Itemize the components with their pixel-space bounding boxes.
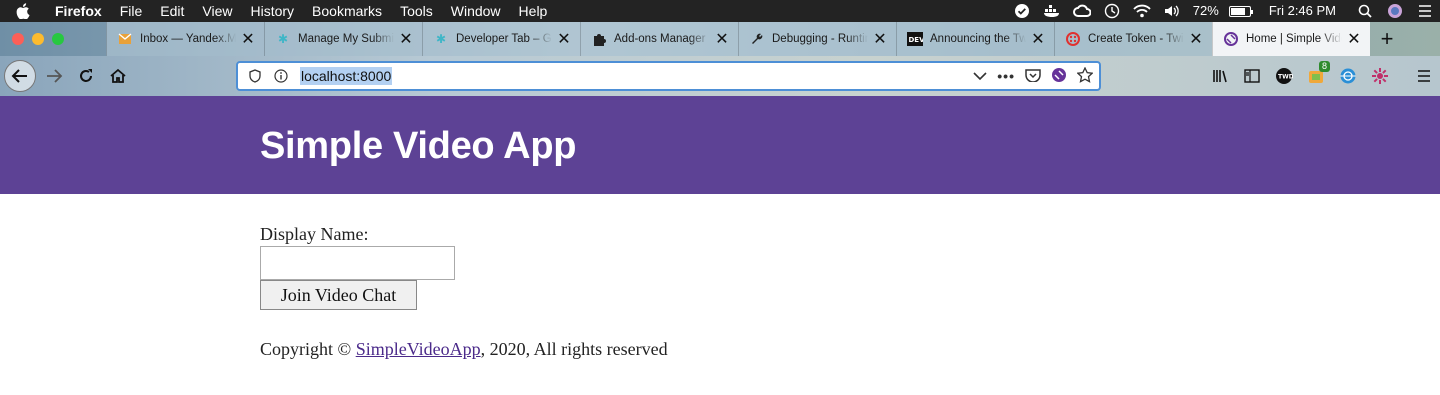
battery-percent: 72% [1192, 3, 1219, 18]
tracking-protection-shield-icon[interactable] [242, 69, 268, 83]
minimize-window-button[interactable] [32, 33, 44, 45]
tab-title: Manage My Submissions [298, 33, 394, 45]
tab-yandex-mail[interactable]: Inbox — Yandex.Mail ✕ [106, 22, 264, 56]
app-title[interactable]: Simple Video App [260, 125, 576, 168]
url-text[interactable]: localhost:8000 [300, 67, 393, 85]
chevron-down-icon[interactable] [973, 68, 987, 84]
tab-title: Developer Tab – GitHub [456, 33, 552, 45]
mail-icon [117, 31, 133, 47]
os-menubar: Firefox File Edit View History Bookmarks… [0, 0, 1440, 22]
site-info-icon[interactable] [268, 69, 294, 83]
dev-icon: DEV [907, 31, 923, 47]
menu-history[interactable]: History [241, 0, 303, 22]
pocket-icon[interactable] [1025, 68, 1041, 85]
new-tab-button[interactable]: + [1370, 22, 1404, 56]
close-tab-icon[interactable]: ✕ [398, 31, 414, 48]
reload-button[interactable] [70, 60, 102, 92]
home-button[interactable] [102, 60, 134, 92]
tab-title: Announcing the Twilio [930, 33, 1026, 45]
close-tab-icon[interactable]: ✕ [1030, 31, 1046, 48]
footer-suffix: , 2020, All rights reserved [480, 339, 668, 359]
gatsby-icon [1223, 31, 1239, 47]
close-tab-icon[interactable]: ✕ [556, 31, 572, 48]
docker-icon[interactable] [1037, 0, 1067, 22]
extension-badge-icon[interactable]: 8 [1300, 60, 1332, 92]
bookmark-star-icon[interactable] [1076, 65, 1094, 86]
globe-extension-icon[interactable] [1332, 60, 1364, 92]
menu-file[interactable]: File [111, 0, 152, 22]
tab-developer[interactable]: ✱ Developer Tab – GitHub ✕ [422, 22, 580, 56]
footer-prefix: Copyright © [260, 339, 356, 359]
wrench-icon [749, 31, 765, 47]
navigation-toolbar: localhost:8000 ••• TWD 8 [0, 56, 1440, 96]
display-name-input[interactable] [260, 246, 455, 280]
tab-strip: Inbox — Yandex.Mail ✕ ✱ Manage My Submis… [0, 22, 1440, 56]
tab-title: Add-ons Manager [614, 33, 706, 45]
tab-title: Create Token - Twilio [1088, 33, 1184, 45]
tab-title: Debugging - Runtime [772, 33, 868, 45]
checkmark-circle-icon[interactable] [1007, 0, 1037, 22]
forward-button[interactable] [38, 60, 70, 92]
menu-tools[interactable]: Tools [391, 0, 442, 22]
tab-debugging[interactable]: Debugging - Runtime ✕ [738, 22, 896, 56]
spotlight-icon[interactable] [1350, 0, 1380, 22]
svg-text:TWD: TWD [1278, 74, 1293, 81]
tab-manage-submissions[interactable]: ✱ Manage My Submissions ✕ [264, 22, 422, 56]
menu-window[interactable]: Window [442, 0, 510, 22]
puzzle-glyph-icon: ✱ [435, 32, 447, 46]
tab-title: Home | Simple Video App [1246, 33, 1342, 45]
site-header: Simple Video App [0, 96, 1440, 194]
puzzle-icon [591, 31, 607, 47]
footer-link[interactable]: SimpleVideoApp [356, 339, 481, 359]
notification-center-icon[interactable] [1410, 0, 1440, 22]
close-tab-icon[interactable]: ✕ [1346, 31, 1362, 48]
display-name-label: Display Name: [260, 224, 369, 244]
puzzle-glyph-icon: ✱ [277, 32, 289, 46]
volume-icon[interactable] [1157, 0, 1187, 22]
gear-extension-icon[interactable] [1364, 60, 1396, 92]
svg-text:DEV: DEV [909, 36, 924, 44]
page-actions-ellipsis-icon[interactable]: ••• [997, 68, 1015, 84]
close-tab-icon[interactable]: ✕ [240, 31, 256, 48]
clock[interactable]: Fri 2:46 PM [1255, 0, 1350, 22]
library-icon[interactable] [1204, 60, 1236, 92]
gatsby-icon[interactable] [1051, 67, 1067, 86]
zoom-window-button[interactable] [52, 33, 64, 45]
tab-home-simple-video[interactable]: Home | Simple Video App ✕ [1212, 22, 1370, 56]
tab-announcing[interactable]: DEV Announcing the Twilio ✕ [896, 22, 1054, 56]
tab-title: Inbox — Yandex.Mail [140, 33, 236, 45]
wifi-icon[interactable] [1127, 0, 1157, 22]
window-controls [0, 22, 106, 56]
tab-addons-manager[interactable]: Add-ons Manager ✕ [580, 22, 738, 56]
twd-extension-icon[interactable]: TWD [1268, 60, 1300, 92]
user-avatar-icon[interactable] [1380, 0, 1410, 22]
tab-create-token[interactable]: Create Token - Twilio ✕ [1054, 22, 1212, 56]
time-machine-icon[interactable] [1097, 0, 1127, 22]
close-tab-icon[interactable]: ✕ [872, 31, 888, 48]
url-bar[interactable]: localhost:8000 ••• [236, 61, 1101, 91]
menu-help[interactable]: Help [510, 0, 557, 22]
hamburger-menu-icon[interactable] [1408, 60, 1440, 92]
menu-edit[interactable]: Edit [151, 0, 193, 22]
back-button[interactable] [4, 60, 36, 92]
apple-icon[interactable] [0, 3, 46, 19]
close-window-button[interactable] [12, 33, 24, 45]
sidebar-icon[interactable] [1236, 60, 1268, 92]
extension-badge-count: 8 [1318, 61, 1330, 72]
menu-view[interactable]: View [193, 0, 241, 22]
battery-icon[interactable] [1225, 0, 1255, 22]
twilio-icon [1065, 31, 1081, 47]
close-tab-icon[interactable]: ✕ [714, 31, 730, 48]
creative-cloud-icon[interactable] [1067, 0, 1097, 22]
menu-bookmarks[interactable]: Bookmarks [303, 0, 391, 22]
close-tab-icon[interactable]: ✕ [1188, 31, 1204, 48]
join-video-chat-button[interactable]: Join Video Chat [260, 280, 417, 310]
footer: Copyright © SimpleVideoApp, 2020, All ri… [260, 339, 668, 360]
join-form: Display Name: Join Video Chat [260, 222, 455, 310]
app-menu-firefox[interactable]: Firefox [46, 0, 111, 22]
